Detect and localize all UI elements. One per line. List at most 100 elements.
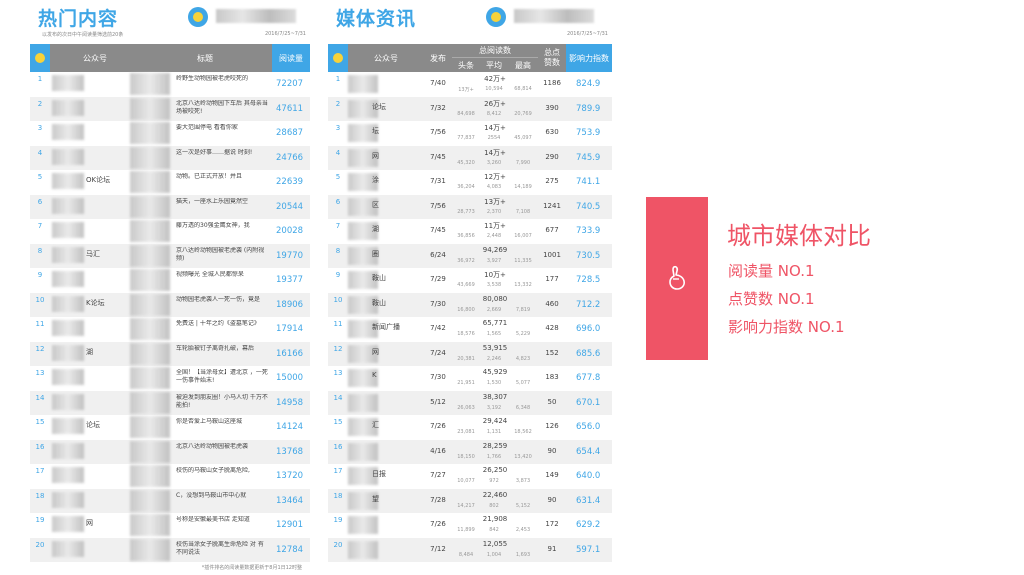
row-headline: 京八达岭动物园被老虎袭 (内附视频) <box>176 246 265 262</box>
row-avg: 4,083 <box>486 184 502 190</box>
media-news-date-range: 2016/7/25~7/31 <box>566 31 608 37</box>
table-row: 7 湖 7/45 11万+ 36,856 2,448 16,007 677 733.9 <box>328 219 612 244</box>
account-avatar-redacted <box>348 516 378 534</box>
row-account: 论坛 <box>372 102 386 111</box>
row-influence: 656.0 <box>576 422 601 432</box>
row-total: 22,460 <box>482 490 508 499</box>
row-avg: 8,412 <box>486 110 502 117</box>
table-row: 3 要大范围停电 看看你家 28687 <box>30 121 310 146</box>
table-row: 11 新闻广播 7/42 65,771 18,576 1,565 5,229 428 696.0 <box>328 317 612 342</box>
row-rank: 6 <box>37 197 43 206</box>
row-total: 12万+ <box>484 173 506 181</box>
thumbnail-redacted <box>130 293 170 316</box>
table-row: 11 免费送 | 十年之约《盗墓笔记》 17914 <box>30 317 310 342</box>
row-publish: 7/32 <box>430 103 446 112</box>
row-account: 网 <box>86 519 93 527</box>
row-reads: 72207 <box>276 79 304 89</box>
col-publish: 发布 <box>430 53 446 63</box>
row-influence: 730.5 <box>576 250 601 261</box>
row-total: 13万+ <box>484 197 506 206</box>
row-likes: 126 <box>545 422 559 430</box>
row-account: 鞍山 <box>372 298 386 307</box>
table-row: 1 7/40 42万+ 13万+ 10,594 68,814 1186 824.9 <box>328 72 612 97</box>
account-avatar-redacted <box>52 148 84 165</box>
account-avatar-redacted <box>52 75 84 91</box>
thumbnail-redacted <box>130 97 170 120</box>
row-publish: 7/27 <box>430 471 446 479</box>
row-head: 36,972 <box>457 257 475 264</box>
row-publish: 7/56 <box>430 128 446 136</box>
row-publish: 7/31 <box>430 177 446 185</box>
row-account: 圈 <box>372 249 379 258</box>
account-avatar-redacted <box>52 467 84 483</box>
row-likes: 149 <box>545 471 559 479</box>
row-headline: 你是否爱上马鞍山这座城 <box>176 418 243 425</box>
row-head: 36,856 <box>457 233 475 239</box>
row-publish: 7/56 <box>430 201 446 210</box>
account-avatar-redacted <box>348 540 378 559</box>
row-rank: 8 <box>37 246 43 255</box>
row-headline: 视频曝光 全城人民都惊呆 <box>176 271 244 278</box>
table-row: 5 涂 7/31 12万+ 36,204 4,083 14,189 275 741.1 <box>328 170 612 195</box>
row-account: 鞍山 <box>372 274 386 282</box>
hot-content-date-range: 2016/7/25~7/31 <box>264 31 306 37</box>
row-reads: 18906 <box>276 299 304 310</box>
table-row: 13 K 7/30 45,929 21,951 1,530 5,077 183 677.8 <box>328 366 612 391</box>
row-likes: 275 <box>545 177 559 185</box>
row-max: 18,562 <box>514 429 532 435</box>
table-row: 15 论坛 你是否爱上马鞍山这座城 14124 <box>30 415 310 440</box>
account-avatar-redacted <box>52 320 84 336</box>
row-likes: 172 <box>545 520 559 528</box>
row-head: 28,773 <box>457 208 475 215</box>
row-rank: 17 <box>333 467 343 475</box>
account-avatar-redacted <box>52 124 84 140</box>
row-rank: 2 <box>335 99 341 108</box>
row-head: 11,899 <box>457 527 475 533</box>
account-avatar-redacted <box>52 418 84 434</box>
row-avg: 1,565 <box>486 331 502 337</box>
row-account: 望 <box>372 494 379 503</box>
row-rank: 18 <box>333 491 343 500</box>
row-rank: 15 <box>35 418 45 426</box>
row-total: 53,915 <box>482 343 508 352</box>
table-row: 17 日报 7/27 26,250 10,077 972 3,873 149 640.0 <box>328 464 612 489</box>
row-max: 7,819 <box>515 306 531 313</box>
col-reads: 阅读量 <box>272 44 310 72</box>
row-headline: 车轮胎被钉子离奇扎破，幕后 <box>176 344 255 352</box>
row-max: 5,152 <box>515 502 531 509</box>
account-avatar-redacted <box>52 173 84 189</box>
row-account: 新闻广播 <box>372 323 400 331</box>
account-avatar-redacted <box>52 246 84 263</box>
row-reads: 47611 <box>276 103 304 114</box>
media-news-header: 公众号 发布 总阅读数 头条 平均 最高 总点 赞数 影响力指数 <box>328 44 612 72</box>
row-rank: 3 <box>37 124 43 132</box>
row-influence: 753.9 <box>576 128 601 138</box>
row-total: 38,307 <box>482 392 508 401</box>
row-avg: 1,766 <box>486 453 502 460</box>
row-head: 45,320 <box>457 159 475 166</box>
col-account: 公众号 <box>83 53 107 63</box>
thumbnail-redacted <box>130 416 170 438</box>
table-row: 10 鞍山 7/30 80,080 16,800 2,669 7,819 460 712.2 <box>328 292 612 317</box>
row-account: 网 <box>372 151 379 160</box>
row-likes: 1186 <box>543 79 561 87</box>
row-influence: 640.0 <box>576 471 601 481</box>
feature-likes-rank: 点赞数 NO.1 <box>728 290 815 308</box>
row-influence: 712.2 <box>576 299 601 310</box>
row-rank: 6 <box>335 197 341 206</box>
row-max: 2,453 <box>515 527 531 533</box>
row-head: 14,217 <box>457 502 475 509</box>
row-likes: 152 <box>545 348 559 357</box>
row-rank: 5 <box>335 173 341 181</box>
col-head: 头条 <box>458 60 474 70</box>
row-headline: C，没想到马鞍山市中心就 <box>176 491 247 499</box>
row-head: 21,951 <box>457 380 475 386</box>
row-likes: 1241 <box>543 201 561 210</box>
row-influence: 789.9 <box>576 103 601 114</box>
row-publish: 7/30 <box>430 373 446 381</box>
row-influence: 597.1 <box>576 544 601 555</box>
row-head: 10,077 <box>457 478 475 484</box>
account-name-redacted <box>514 9 594 23</box>
row-headline: 这一次是好事……据说 时刻! <box>176 148 253 156</box>
row-account: 湖 <box>86 347 93 356</box>
